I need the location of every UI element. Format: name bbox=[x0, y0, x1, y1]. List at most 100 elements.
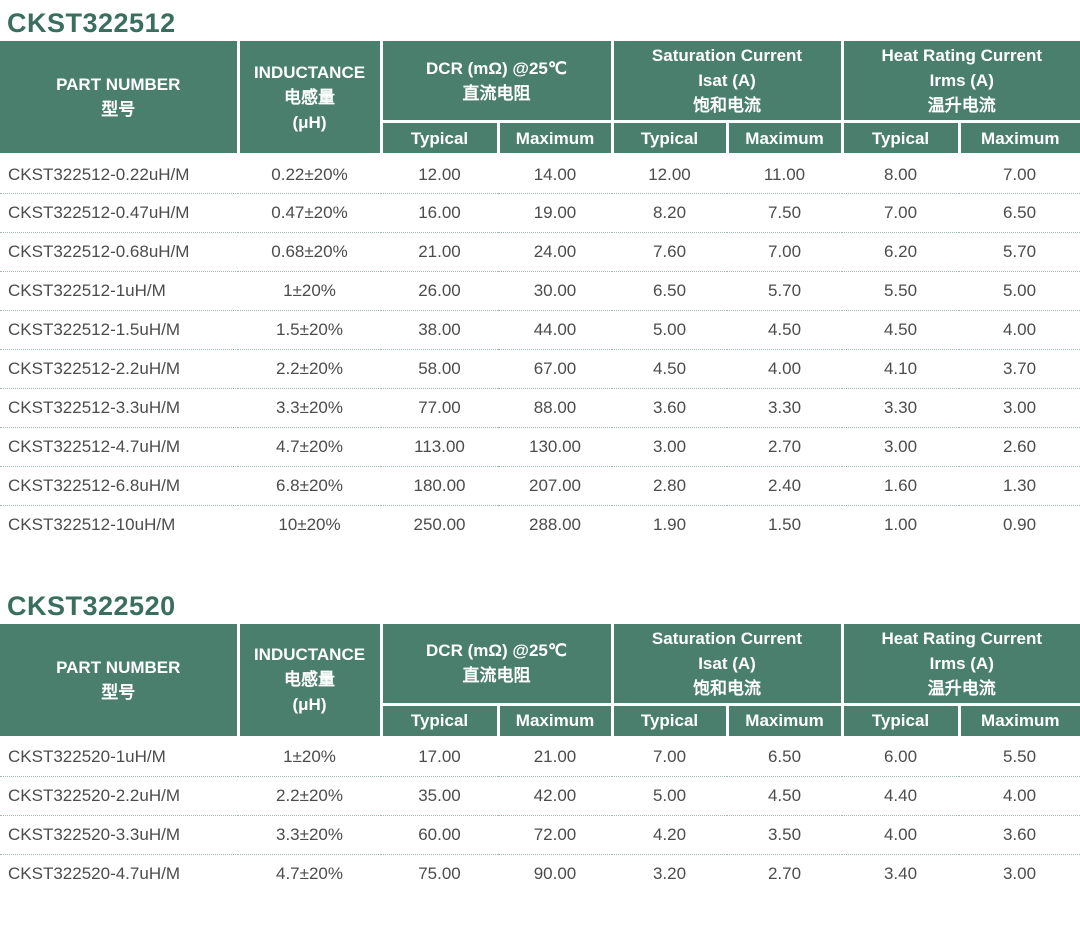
heat-typical-cell: 3.00 bbox=[842, 428, 959, 467]
heat-typical-cell: 4.40 bbox=[842, 776, 959, 815]
inductance-cell: 2.2±20% bbox=[238, 776, 381, 815]
inductance-cell: 6.8±20% bbox=[238, 467, 381, 506]
saturation-maximum-cell: 4.50 bbox=[727, 311, 842, 350]
saturation-typical-cell: 3.00 bbox=[612, 428, 727, 467]
heat-typical-cell: 4.10 bbox=[842, 350, 959, 389]
inductance-cell: 1±20% bbox=[238, 737, 381, 776]
part-number-cell: CKST322512-4.7uH/M bbox=[0, 428, 238, 467]
saturation-typical-cell: 5.00 bbox=[612, 311, 727, 350]
header-heat-typical: Typical bbox=[842, 122, 959, 155]
dcr-typical-cell: 113.00 bbox=[381, 428, 498, 467]
saturation-typical-cell: 1.90 bbox=[612, 506, 727, 545]
heat-maximum-cell: 1.30 bbox=[959, 467, 1080, 506]
dcr-typical-cell: 21.00 bbox=[381, 233, 498, 272]
heat-maximum-cell: 3.00 bbox=[959, 389, 1080, 428]
inductance-cell: 2.2±20% bbox=[238, 350, 381, 389]
saturation-typical-cell: 12.00 bbox=[612, 155, 727, 194]
table-header: PART NUMBER 型号 INDUCTANCE 电感量 (μH) DCR (… bbox=[0, 41, 1080, 155]
dcr-maximum-cell: 207.00 bbox=[498, 467, 612, 506]
header-heat-typical: Typical bbox=[842, 704, 959, 737]
table-row: CKST322520-3.3uH/M 3.3±20% 60.00 72.00 4… bbox=[0, 815, 1080, 854]
datasheet-page: CKST322512 PART NUMBER 型号 INDUCTANCE 电感量… bbox=[0, 0, 1080, 893]
header-dcr-typical: Typical bbox=[381, 122, 498, 155]
header-inductance: INDUCTANCE 电感量 (μH) bbox=[238, 41, 381, 155]
table-header: PART NUMBER 型号 INDUCTANCE 电感量 (μH) DCR (… bbox=[0, 624, 1080, 738]
spec-table-ckst322512: PART NUMBER 型号 INDUCTANCE 电感量 (μH) DCR (… bbox=[0, 41, 1080, 545]
heat-typical-cell: 3.30 bbox=[842, 389, 959, 428]
dcr-typical-cell: 250.00 bbox=[381, 506, 498, 545]
heat-maximum-cell: 5.50 bbox=[959, 737, 1080, 776]
heat-maximum-cell: 7.00 bbox=[959, 155, 1080, 194]
dcr-typical-cell: 77.00 bbox=[381, 389, 498, 428]
part-number-cell: CKST322512-3.3uH/M bbox=[0, 389, 238, 428]
dcr-typical-cell: 26.00 bbox=[381, 272, 498, 311]
dcr-maximum-cell: 288.00 bbox=[498, 506, 612, 545]
header-heat-maximum: Maximum bbox=[959, 122, 1080, 155]
inductance-cell: 0.22±20% bbox=[238, 155, 381, 194]
heat-typical-cell: 8.00 bbox=[842, 155, 959, 194]
header-dcr-maximum: Maximum bbox=[498, 122, 612, 155]
header-group-row: PART NUMBER 型号 INDUCTANCE 电感量 (μH) DCR (… bbox=[0, 41, 1080, 122]
saturation-maximum-cell: 3.50 bbox=[727, 815, 842, 854]
header-saturation-typical: Typical bbox=[612, 122, 727, 155]
saturation-typical-cell: 8.20 bbox=[612, 194, 727, 233]
saturation-maximum-cell: 5.70 bbox=[727, 272, 842, 311]
dcr-typical-cell: 60.00 bbox=[381, 815, 498, 854]
dcr-maximum-cell: 67.00 bbox=[498, 350, 612, 389]
heat-maximum-cell: 5.70 bbox=[959, 233, 1080, 272]
dcr-maximum-cell: 44.00 bbox=[498, 311, 612, 350]
table-row: CKST322520-4.7uH/M 4.7±20% 75.00 90.00 3… bbox=[0, 854, 1080, 893]
saturation-typical-cell: 2.80 bbox=[612, 467, 727, 506]
part-number-cell: CKST322512-1uH/M bbox=[0, 272, 238, 311]
dcr-typical-cell: 16.00 bbox=[381, 194, 498, 233]
saturation-maximum-cell: 4.00 bbox=[727, 350, 842, 389]
part-number-cell: CKST322520-2.2uH/M bbox=[0, 776, 238, 815]
series-title-ckst322520: CKST322520 bbox=[0, 545, 1080, 624]
part-number-cell: CKST322512-1.5uH/M bbox=[0, 311, 238, 350]
heat-typical-cell: 4.00 bbox=[842, 815, 959, 854]
saturation-maximum-cell: 4.50 bbox=[727, 776, 842, 815]
header-dcr-maximum: Maximum bbox=[498, 704, 612, 737]
inductance-cell: 4.7±20% bbox=[238, 854, 381, 893]
part-number-cell: CKST322512-0.47uH/M bbox=[0, 194, 238, 233]
part-number-cell: CKST322520-4.7uH/M bbox=[0, 854, 238, 893]
header-dcr: DCR (mΩ) @25℃ 直流电阻 bbox=[381, 41, 612, 122]
header-heat-rating-current: Heat Rating Current Irms (A) 温升电流 bbox=[842, 624, 1080, 705]
saturation-typical-cell: 3.60 bbox=[612, 389, 727, 428]
saturation-typical-cell: 4.50 bbox=[612, 350, 727, 389]
header-part-number: PART NUMBER 型号 bbox=[0, 624, 238, 738]
inductance-cell: 1±20% bbox=[238, 272, 381, 311]
table-row: CKST322512-6.8uH/M 6.8±20% 180.00 207.00… bbox=[0, 467, 1080, 506]
dcr-typical-cell: 12.00 bbox=[381, 155, 498, 194]
heat-maximum-cell: 4.00 bbox=[959, 311, 1080, 350]
heat-maximum-cell: 3.70 bbox=[959, 350, 1080, 389]
table-row: CKST322512-3.3uH/M 3.3±20% 77.00 88.00 3… bbox=[0, 389, 1080, 428]
spec-table-ckst322520: PART NUMBER 型号 INDUCTANCE 电感量 (μH) DCR (… bbox=[0, 624, 1080, 894]
dcr-typical-cell: 17.00 bbox=[381, 737, 498, 776]
dcr-maximum-cell: 42.00 bbox=[498, 776, 612, 815]
dcr-typical-cell: 58.00 bbox=[381, 350, 498, 389]
saturation-typical-cell: 7.60 bbox=[612, 233, 727, 272]
inductance-cell: 3.3±20% bbox=[238, 815, 381, 854]
saturation-typical-cell: 6.50 bbox=[612, 272, 727, 311]
heat-typical-cell: 4.50 bbox=[842, 311, 959, 350]
header-saturation-current: Saturation Current Isat (A) 饱和电流 bbox=[612, 41, 842, 122]
header-heat-maximum: Maximum bbox=[959, 704, 1080, 737]
dcr-typical-cell: 180.00 bbox=[381, 467, 498, 506]
saturation-maximum-cell: 2.70 bbox=[727, 428, 842, 467]
table-row: CKST322512-10uH/M 10±20% 250.00 288.00 1… bbox=[0, 506, 1080, 545]
dcr-maximum-cell: 14.00 bbox=[498, 155, 612, 194]
dcr-maximum-cell: 21.00 bbox=[498, 737, 612, 776]
part-number-cell: CKST322512-0.22uH/M bbox=[0, 155, 238, 194]
table-row: CKST322520-1uH/M 1±20% 17.00 21.00 7.00 … bbox=[0, 737, 1080, 776]
saturation-maximum-cell: 1.50 bbox=[727, 506, 842, 545]
saturation-maximum-cell: 7.00 bbox=[727, 233, 842, 272]
section-ckst322512: CKST322512 PART NUMBER 型号 INDUCTANCE 电感量… bbox=[0, 0, 1080, 545]
saturation-typical-cell: 4.20 bbox=[612, 815, 727, 854]
saturation-maximum-cell: 2.40 bbox=[727, 467, 842, 506]
dcr-maximum-cell: 90.00 bbox=[498, 854, 612, 893]
header-part-number: PART NUMBER 型号 bbox=[0, 41, 238, 155]
saturation-maximum-cell: 7.50 bbox=[727, 194, 842, 233]
saturation-maximum-cell: 11.00 bbox=[727, 155, 842, 194]
heat-typical-cell: 1.60 bbox=[842, 467, 959, 506]
